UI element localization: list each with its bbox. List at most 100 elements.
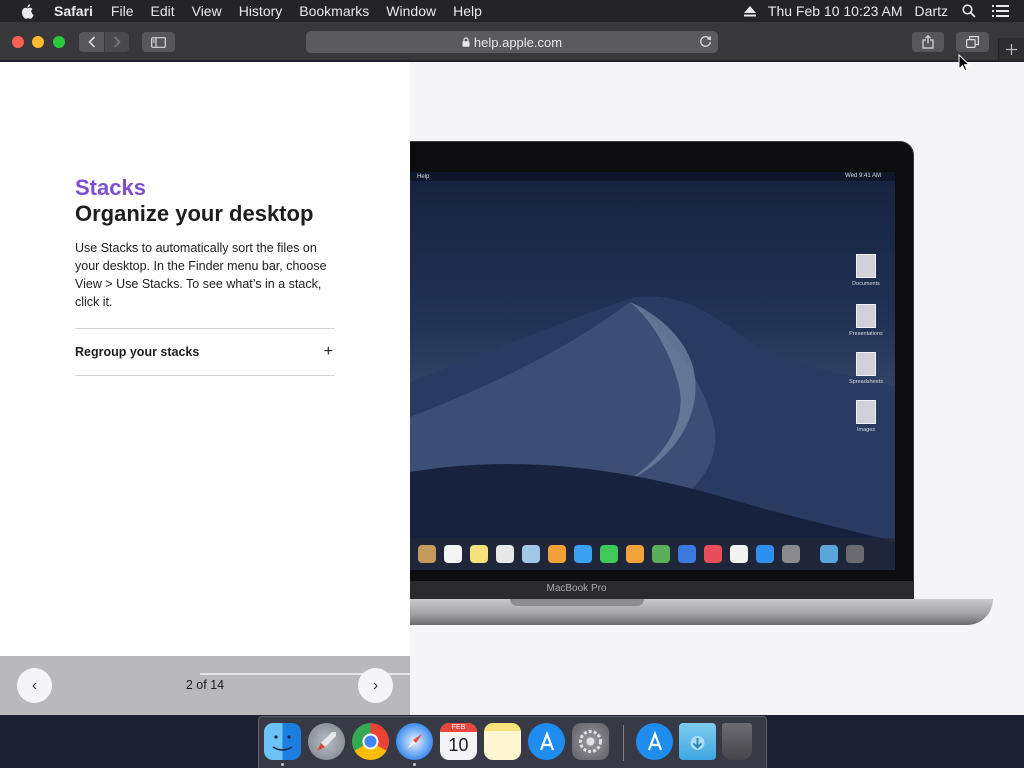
finder-face-icon <box>272 735 293 751</box>
spotlight-search-icon[interactable] <box>962 4 976 18</box>
downloads-folder-icon[interactable] <box>679 723 716 760</box>
menu-help[interactable]: Help <box>453 3 482 19</box>
dock-separator <box>623 725 624 761</box>
illustration-dock <box>410 538 895 570</box>
chevron-right-icon <box>113 36 121 48</box>
section-eyebrow: Stacks <box>75 175 146 200</box>
presentation-stack-icon <box>856 304 876 328</box>
folder-icon <box>820 545 838 563</box>
stack-presentations: Presentations <box>846 304 886 337</box>
notification-center-icon[interactable] <box>992 5 1009 17</box>
eject-icon[interactable] <box>743 5 756 17</box>
download-arrow-icon <box>690 736 705 750</box>
system-preferences-icon <box>782 545 800 563</box>
menu-view[interactable]: View <box>192 3 222 19</box>
menu-bookmarks[interactable]: Bookmarks <box>299 3 369 19</box>
mouse-cursor-icon <box>958 54 970 72</box>
app-store-download-icon[interactable] <box>636 723 673 760</box>
share-button[interactable] <box>912 32 944 52</box>
illustration-menubar: Help Wed 9:41 AM <box>410 172 895 181</box>
plus-icon <box>1006 43 1017 55</box>
finder-icon[interactable] <box>264 723 301 760</box>
accordion-regroup-stacks[interactable]: Regroup your stacks + <box>75 328 335 376</box>
photos-icon <box>548 545 566 563</box>
desert-dunes-wallpaper <box>410 296 895 570</box>
app-store-a-icon <box>647 730 663 751</box>
finder-running-indicator <box>281 763 284 766</box>
web-page: Stacks Organize your desktop Use Stacks … <box>0 62 1024 715</box>
forward-button[interactable] <box>105 32 129 52</box>
apple-logo-icon[interactable] <box>20 3 36 19</box>
accordion-label: Regroup your stacks <box>75 345 200 359</box>
contacts-icon <box>418 545 436 563</box>
news-icon <box>704 545 722 563</box>
back-button[interactable] <box>79 32 104 52</box>
menu-history[interactable]: History <box>239 3 283 19</box>
calendar-icon[interactable]: FEB 10 <box>440 723 477 760</box>
illustration-menu-help: Help <box>417 173 430 180</box>
notes-icon <box>470 545 488 563</box>
chevron-right-icon: › <box>372 676 379 694</box>
address-bar[interactable]: help.apple.com <box>306 31 718 53</box>
pages-icon <box>626 545 644 563</box>
macbook-label: MacBook Pro <box>546 583 607 594</box>
reminders-icon <box>496 545 514 563</box>
new-tab-button[interactable] <box>998 38 1024 60</box>
reload-icon[interactable] <box>699 35 712 48</box>
rocket-icon <box>317 732 336 751</box>
menubar-clock[interactable]: Thu Feb 10 10:23 AM <box>768 3 903 19</box>
chevron-left-icon: ‹ <box>31 676 38 694</box>
window-zoom-button[interactable] <box>53 36 65 48</box>
app-store-icon[interactable] <box>528 723 565 760</box>
app-store-icon <box>756 545 774 563</box>
next-slide-button[interactable]: › <box>358 668 393 703</box>
image-stack-icon <box>856 400 876 424</box>
browser-toolbar: help.apple.com <box>0 22 1024 61</box>
stack-documents: Documents <box>846 254 886 287</box>
macbook-base <box>410 599 993 625</box>
menu-window[interactable]: Window <box>386 3 436 19</box>
description-text: Use Stacks to automatically sort the fil… <box>75 241 327 309</box>
facetime-icon <box>600 545 618 563</box>
page-title: Organize your desktop <box>75 201 314 226</box>
menu-app-safari[interactable]: Safari <box>54 3 93 19</box>
trash-icon <box>846 545 864 563</box>
keynote-icon <box>678 545 696 563</box>
previous-slide-button[interactable]: ‹ <box>17 668 52 703</box>
window-minimize-button[interactable] <box>32 36 44 48</box>
stack-images: Images <box>846 400 886 433</box>
gallery-counter: 2 of 14 <box>185 678 225 692</box>
chrome-icon[interactable] <box>352 723 389 760</box>
app-store-a-icon <box>539 730 555 751</box>
menubar-user[interactable]: Dartz <box>915 3 948 19</box>
sidebar-icon <box>151 36 166 48</box>
expand-plus-icon[interactable]: + <box>324 343 333 361</box>
compass-icon <box>407 734 422 749</box>
launchpad-icon[interactable] <box>308 723 345 760</box>
calendar-icon <box>444 545 462 563</box>
calendar-day: 10 <box>448 735 469 755</box>
show-sidebar-button[interactable] <box>142 32 175 52</box>
macbook-notch <box>510 599 644 606</box>
safari-running-indicator <box>413 763 416 766</box>
gallery-navigation: 2 of 14 ‹ › <box>0 656 410 715</box>
system-preferences-icon[interactable] <box>572 723 609 760</box>
notes-icon[interactable] <box>484 723 521 760</box>
window-close-button[interactable] <box>12 36 24 48</box>
chrome-center-icon <box>362 733 379 750</box>
show-all-tabs-button[interactable] <box>956 32 989 52</box>
safari-icon[interactable] <box>396 723 433 760</box>
address-text: help.apple.com <box>473 34 563 50</box>
gear-icon <box>579 730 602 753</box>
numbers-icon <box>652 545 670 563</box>
music-icon <box>730 545 748 563</box>
share-icon <box>922 35 934 49</box>
calendar-month: FEB <box>440 723 477 732</box>
menu-edit[interactable]: Edit <box>150 3 174 19</box>
macbook-screen-illustration: Help Wed 9:41 AM Documents Presentations… <box>410 172 895 570</box>
menu-file[interactable]: File <box>111 3 134 19</box>
stack-spreadsheets: Spreadsheets <box>846 352 886 385</box>
messages-icon <box>574 545 592 563</box>
trash-icon[interactable] <box>722 723 752 760</box>
status-area: Thu Feb 10 10:23 AM Dartz <box>743 0 1024 22</box>
